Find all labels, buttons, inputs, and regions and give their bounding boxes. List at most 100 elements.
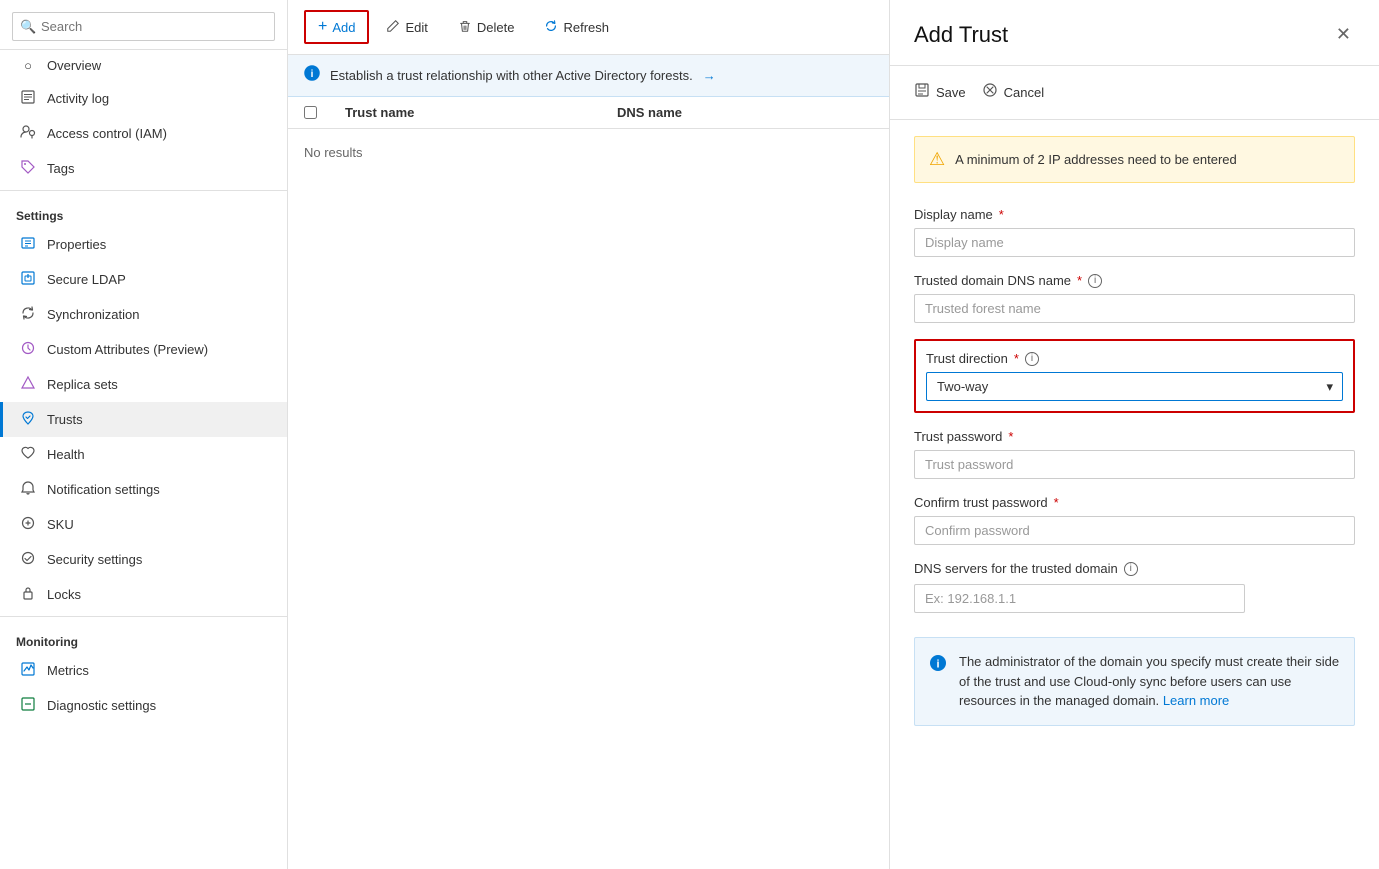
search-input[interactable] (12, 12, 275, 41)
svg-text:i: i (311, 69, 314, 80)
sidebar-item-tags[interactable]: Tags (0, 151, 287, 186)
monitoring-divider (0, 616, 287, 617)
health-icon (19, 445, 37, 464)
col-trust-header: Trust name (345, 105, 601, 120)
sidebar-item-synchronization[interactable]: Synchronization (0, 297, 287, 332)
trust-password-required: * (1008, 429, 1013, 444)
sidebar-item-health[interactable]: Health (0, 437, 287, 472)
save-button[interactable]: Save (914, 78, 966, 107)
sidebar-item-label: Security settings (47, 552, 142, 567)
sidebar-item-metrics[interactable]: Metrics (0, 653, 287, 688)
trust-direction-required: * (1014, 351, 1019, 366)
dns-servers-label: DNS servers for the trusted domain i (914, 561, 1355, 576)
info-banner-text: Establish a trust relationship with othe… (330, 68, 693, 83)
info-banner: i Establish a trust relationship with ot… (288, 55, 889, 97)
sidebar-item-label: Custom Attributes (Preview) (47, 342, 208, 357)
secure-ldap-icon (19, 270, 37, 289)
toolbar: + Add Edit Delete Refresh (288, 0, 889, 55)
learn-more-link[interactable]: Learn more (1163, 693, 1229, 708)
sidebar-item-diagnostic-settings[interactable]: Diagnostic settings (0, 688, 287, 723)
add-label: Add (332, 20, 355, 35)
sidebar-item-label: Replica sets (47, 377, 118, 392)
trust-direction-select[interactable]: Two-wayOne-way: incomingOne-way: outgoin… (926, 372, 1343, 401)
sidebar-item-sku[interactable]: SKU (0, 507, 287, 542)
trusted-dns-input[interactable] (914, 294, 1355, 323)
display-name-label: Display name * (914, 207, 1355, 222)
panel-toolbar: Save Cancel (890, 66, 1379, 120)
refresh-label: Refresh (563, 20, 609, 35)
sidebar-item-replica-sets[interactable]: Replica sets (0, 367, 287, 402)
trusted-dns-info-icon: i (1088, 274, 1102, 288)
overview-icon: ○ (19, 58, 37, 73)
col-dns-header: DNS name (617, 105, 873, 120)
dns-servers-group: DNS servers for the trusted domain i (914, 561, 1355, 613)
sidebar-item-label: Access control (IAM) (47, 126, 167, 141)
sidebar-item-label: Trusts (47, 412, 83, 427)
confirm-password-label: Confirm trust password * (914, 495, 1355, 510)
cancel-icon (982, 82, 998, 103)
add-button[interactable]: + Add (304, 10, 369, 44)
delete-icon (458, 19, 472, 36)
panel-body: Display name * Trusted domain DNS name *… (890, 199, 1379, 750)
sidebar-item-trusts[interactable]: Trusts (0, 402, 287, 437)
edit-button[interactable]: Edit (373, 12, 440, 43)
trust-password-label: Trust password * (914, 429, 1355, 444)
svg-text:i: i (936, 659, 939, 671)
cancel-button[interactable]: Cancel (982, 78, 1044, 107)
close-button[interactable]: ✕ (1332, 20, 1355, 49)
locks-icon (19, 585, 37, 604)
security-settings-icon (19, 550, 37, 569)
refresh-icon (544, 19, 558, 36)
cancel-label: Cancel (1004, 85, 1044, 100)
synchronization-icon (19, 305, 37, 324)
sidebar-item-secure-ldap[interactable]: Secure LDAP (0, 262, 287, 297)
sidebar-item-custom-attributes[interactable]: Custom Attributes (Preview) (0, 332, 287, 367)
display-name-input[interactable] (914, 228, 1355, 257)
diagnostic-settings-icon (19, 696, 37, 715)
sidebar-item-label: Synchronization (47, 307, 140, 322)
save-icon (914, 82, 930, 103)
trust-direction-info-icon: i (1025, 352, 1039, 366)
sidebar-item-locks[interactable]: Locks (0, 577, 287, 612)
right-panel: Add Trust ✕ Save Cancel ⚠ A minimum of 2… (889, 0, 1379, 869)
sidebar-item-security-settings[interactable]: Security settings (0, 542, 287, 577)
table-header: Trust name DNS name (288, 97, 889, 129)
refresh-button[interactable]: Refresh (531, 12, 622, 43)
sidebar-item-properties[interactable]: Properties (0, 227, 287, 262)
confirm-password-group: Confirm trust password * (914, 495, 1355, 545)
monitoring-section-label: Monitoring (0, 621, 287, 653)
info-banner-link[interactable]: → (703, 68, 716, 83)
warning-text: A minimum of 2 IP addresses need to be e… (955, 152, 1237, 167)
sidebar-item-access-control[interactable]: Access control (IAM) (0, 116, 287, 151)
replica-sets-icon (19, 375, 37, 394)
no-results-text: No results (288, 129, 889, 176)
warning-banner: ⚠ A minimum of 2 IP addresses need to be… (914, 136, 1355, 183)
info-box: i The administrator of the domain you sp… (914, 637, 1355, 726)
warning-icon: ⚠ (929, 149, 945, 170)
sidebar-item-overview[interactable]: ○ Overview (0, 50, 287, 81)
sidebar-item-label: Metrics (47, 663, 89, 678)
trust-direction-label: Trust direction * i (926, 351, 1343, 366)
search-icon: 🔍 (20, 19, 36, 35)
info-box-icon: i (929, 653, 947, 680)
trust-direction-group: Trust direction * i Two-wayOne-way: inco… (914, 339, 1355, 413)
sidebar-nav: ○ Overview Activity log Access control (… (0, 50, 287, 869)
notification-icon (19, 480, 37, 499)
sidebar-item-activity-log[interactable]: Activity log (0, 81, 287, 116)
main-content: + Add Edit Delete Refresh i Establish a … (288, 0, 889, 869)
select-all-checkbox[interactable] (304, 106, 317, 119)
trust-password-input[interactable] (914, 450, 1355, 479)
sidebar-item-label: Tags (47, 161, 74, 176)
save-label: Save (936, 85, 966, 100)
confirm-password-input[interactable] (914, 516, 1355, 545)
sidebar-item-notification-settings[interactable]: Notification settings (0, 472, 287, 507)
metrics-icon (19, 661, 37, 680)
add-icon: + (318, 18, 327, 36)
delete-button[interactable]: Delete (445, 12, 528, 43)
sidebar: 🔍 ○ Overview Activity log Access control… (0, 0, 288, 869)
panel-title: Add Trust (914, 22, 1008, 48)
properties-icon (19, 235, 37, 254)
dns-servers-input[interactable] (914, 584, 1245, 613)
edit-icon (386, 19, 400, 36)
tags-icon (19, 159, 37, 178)
